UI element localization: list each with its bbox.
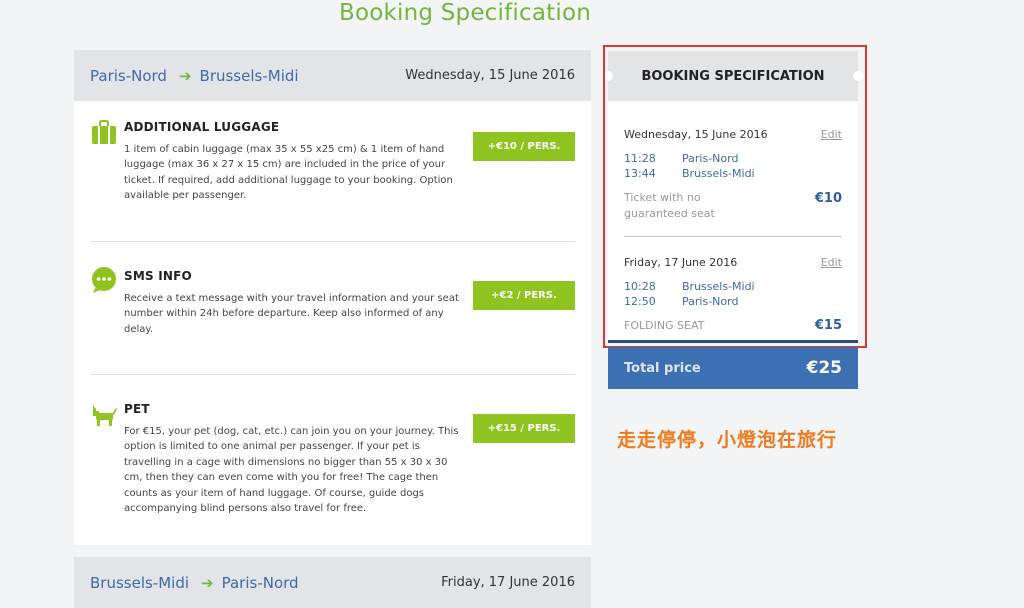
return-to: Paris-Nord [221, 573, 299, 592]
option-title: ADDITIONAL LUGGAGE [124, 120, 280, 134]
total-price-bar: Total price €25 [608, 347, 858, 389]
divider [90, 241, 575, 242]
outbound-panel: Paris-Nord ➔ Brussels-Midi Wednesday, 15… [74, 50, 591, 545]
return-from: Brussels-Midi [90, 573, 190, 592]
option-description: For €15, your pet (dog, cat, etc.) can j… [124, 426, 459, 515]
sms-icon [90, 266, 118, 294]
add-luggage-button[interactable]: +€10 / PERS. [473, 132, 575, 161]
option-title: SMS INFO [124, 269, 192, 283]
return-panel: Brussels-Midi ➔ Paris-Nord Friday, 17 Ju… [74, 557, 591, 608]
option-description: 1 item of cabin luggage (max 35 x 55 x25… [124, 144, 453, 202]
outbound-route-header: Paris-Nord ➔ Brussels-Midi Wednesday, 15… [74, 50, 591, 101]
option-pet: PET For €15, your pet (dog, cat, etc.) c… [90, 402, 575, 532]
option-sms-info: SMS INFO Receive a text message with you… [90, 266, 575, 369]
arrow-right-icon: ➔ [201, 573, 214, 592]
arrow-right-icon: ➔ [178, 66, 192, 85]
option-additional-luggage: ADDITIONAL LUGGAGE 1 item of cabin lugga… [90, 120, 575, 230]
add-sms-button[interactable]: +€2 / PERS. [473, 281, 575, 310]
return-date: Friday, 17 June 2016 [441, 575, 575, 590]
pet-icon [90, 400, 118, 428]
outbound-date: Wednesday, 15 June 2016 [405, 68, 575, 83]
luggage-icon [90, 118, 118, 146]
option-title: PET [124, 402, 150, 416]
total-price-value: €25 [806, 358, 843, 378]
outbound-to: Brussels-Midi [199, 66, 299, 85]
add-pet-button[interactable]: +€15 / PERS. [473, 414, 575, 443]
divider [90, 374, 575, 375]
option-description: Receive a text message with your travel … [124, 293, 459, 335]
page-title: Booking Specification [339, 0, 591, 26]
return-route-header: Brussels-Midi ➔ Paris-Nord Friday, 17 Ju… [74, 557, 591, 608]
highlight-frame [603, 45, 867, 348]
watermark-text: 走走停停，小燈泡在旅行 [617, 429, 838, 451]
total-price-label: Total price [624, 360, 701, 376]
outbound-from: Paris-Nord [90, 66, 167, 85]
